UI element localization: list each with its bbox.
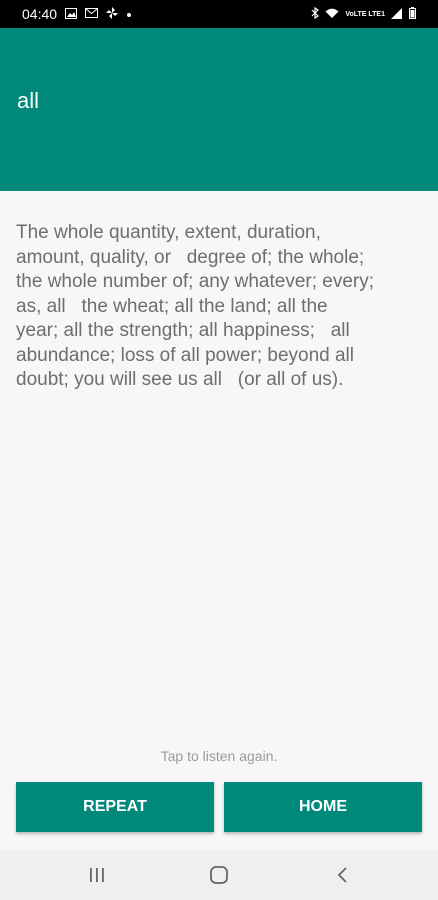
definition-text: The whole quantity, extent, duration, am…	[16, 222, 375, 390]
image-icon	[65, 7, 78, 21]
status-left: 04:40	[22, 6, 132, 22]
tap-hint[interactable]: Tap to listen again.	[0, 748, 438, 764]
status-time: 04:40	[22, 6, 58, 22]
battery-icon	[409, 7, 416, 21]
recent-apps-icon[interactable]	[86, 864, 108, 886]
signal-icon	[391, 7, 403, 21]
status-right: VoLTE LTE1	[311, 6, 416, 21]
app-bar: all	[0, 28, 438, 191]
back-nav-icon[interactable]	[331, 864, 353, 886]
home-nav-icon[interactable]	[208, 864, 230, 886]
system-nav-bar	[0, 850, 438, 900]
home-button[interactable]: HOME	[224, 782, 422, 832]
mail-icon	[85, 8, 99, 20]
bluetooth-icon	[311, 6, 320, 21]
page-title: all	[17, 88, 40, 113]
volte-lte-icon: VoLTE LTE1	[345, 10, 385, 18]
wifi-icon	[325, 8, 339, 21]
dot-icon	[126, 8, 132, 20]
status-bar: 04:40 VoLTE LTE1	[0, 0, 438, 28]
repeat-button[interactable]: REPEAT	[16, 782, 214, 832]
pinwheel-icon	[106, 7, 119, 21]
